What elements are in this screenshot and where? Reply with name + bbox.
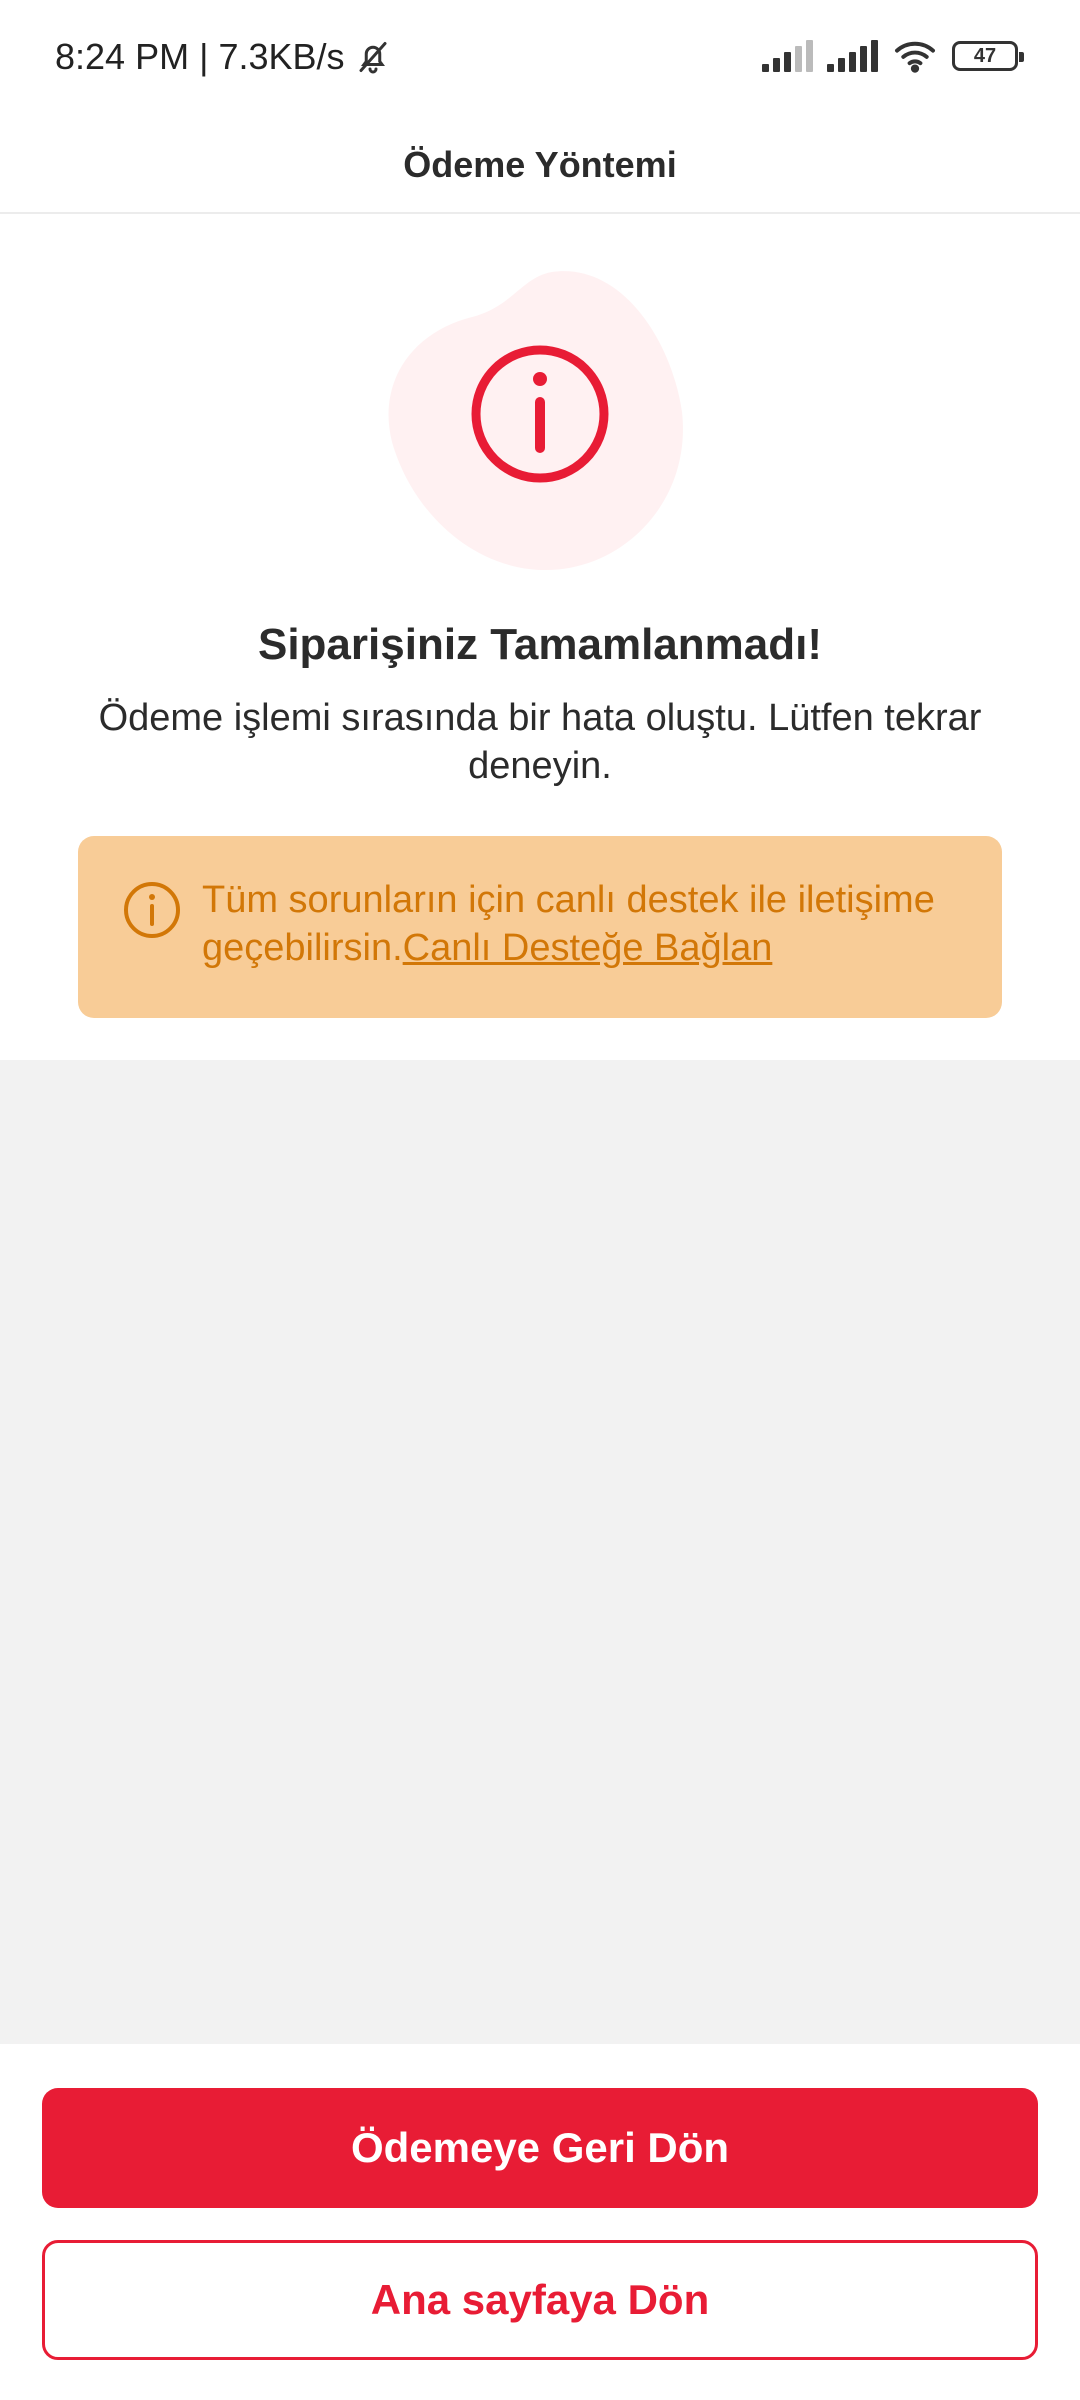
page-title: Ödeme Yöntemi — [403, 144, 677, 185]
page-header: Ödeme Yöntemi — [0, 118, 1080, 214]
signal-icon — [762, 40, 813, 72]
status-separator: | — [199, 36, 209, 77]
wifi-icon — [895, 41, 935, 73]
result-section: Siparişiniz Tamamlanmadı! Ödeme işlemi s… — [0, 216, 1080, 1060]
result-description: Ödeme işlemi sırasında bir hata oluştu. … — [98, 697, 982, 787]
battery-level: 47 — [973, 44, 997, 67]
network-speed: 7.3KB/s — [218, 36, 345, 77]
live-support-link[interactable]: Canlı Desteğe Bağlan — [403, 927, 773, 969]
back-to-payment-button[interactable]: Ödemeye Geri Dön — [42, 2088, 1038, 2208]
status-left: 8:24 PM | 7.3KB/s — [55, 36, 391, 78]
support-notice: Tüm sorunların için canlı destek ile ile… — [78, 836, 1002, 1018]
notice-text: Tüm sorunların için canlı destek ile ile… — [202, 876, 982, 972]
result-title: Siparişiniz Tamamlanmadı! — [257, 620, 822, 669]
status-bar: 8:24 PM | 7.3KB/s 47 — [0, 0, 1080, 118]
signal-icon — [827, 40, 878, 72]
bell-off-icon — [359, 42, 387, 74]
empty-content-area — [0, 1060, 1080, 2044]
status-right: 47 — [762, 38, 1024, 74]
footer-actions: Ödemeye Geri Dön Ana sayfaya Dön — [0, 2044, 1080, 2400]
error-illustration — [388, 271, 683, 571]
back-to-home-button[interactable]: Ana sayfaya Dön — [42, 2240, 1038, 2360]
battery-icon: 47 — [952, 41, 1024, 71]
info-circle-icon — [124, 882, 180, 938]
status-time: 8:24 PM — [55, 36, 190, 77]
